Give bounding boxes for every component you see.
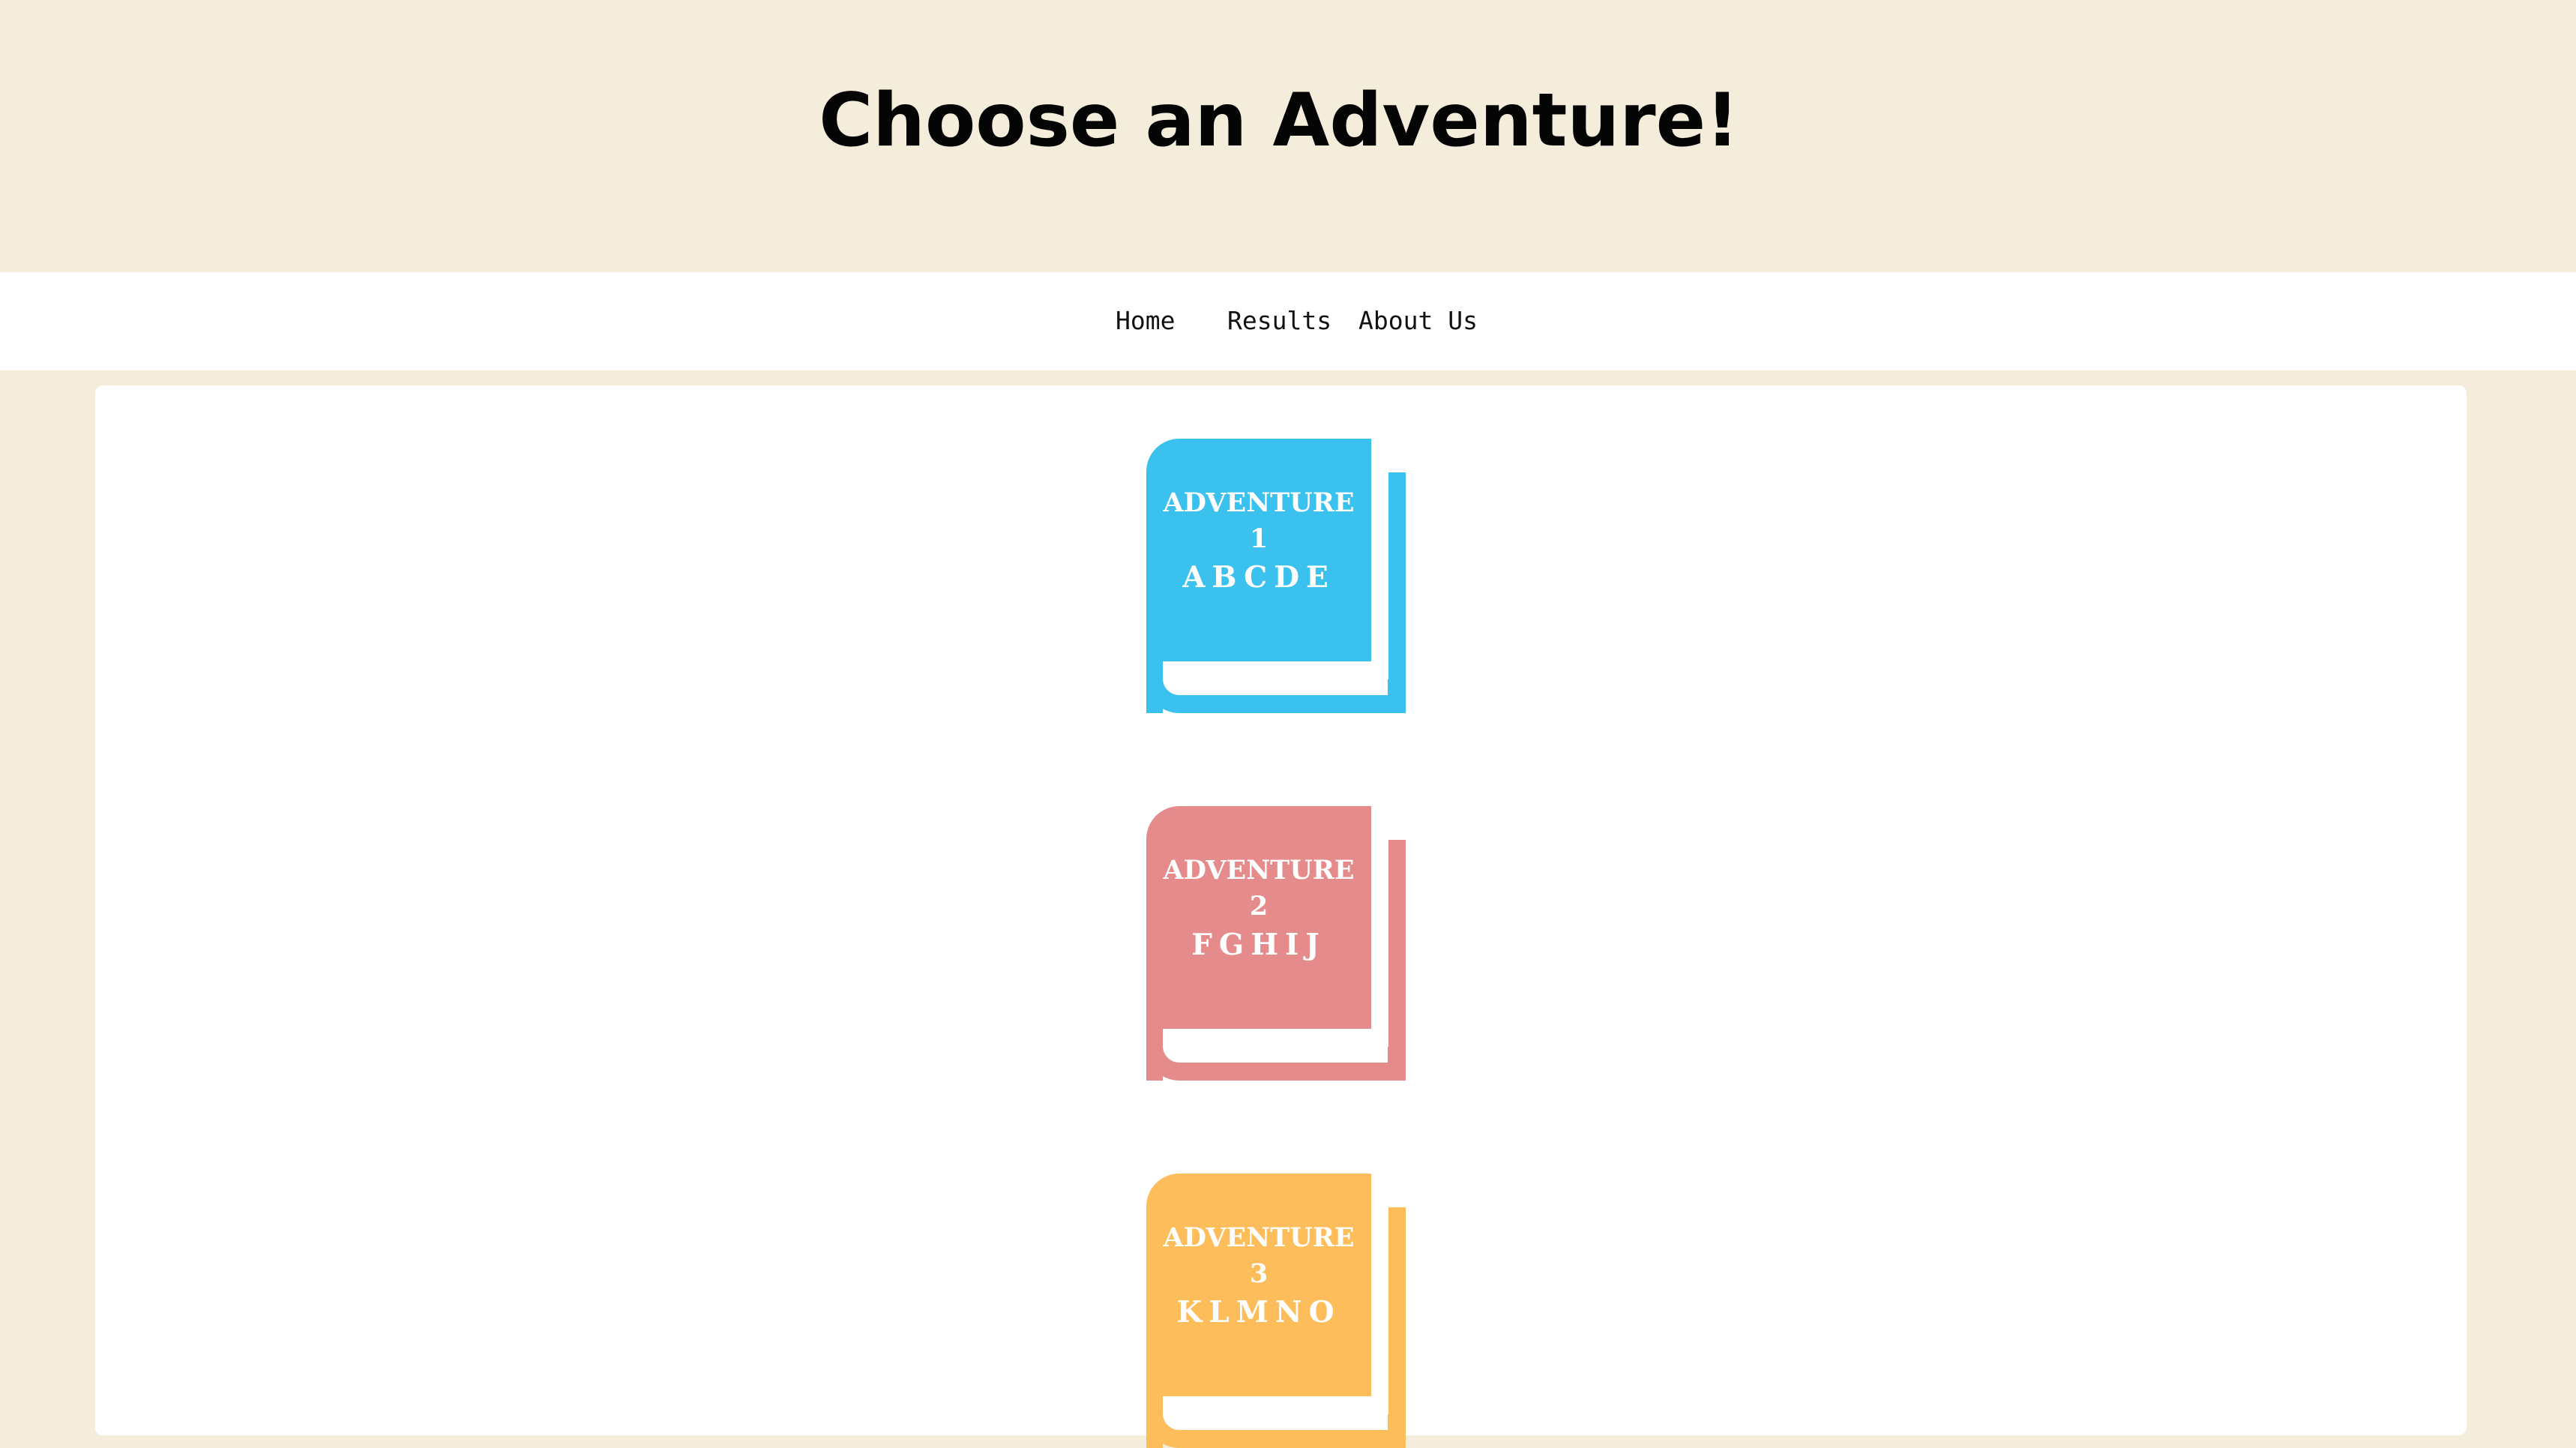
adventure-number: 2 [1249,891,1269,922]
adventure-number: 1 [1249,523,1269,554]
adventure-letters: FGHIJ [1191,928,1326,962]
adventure-title: ADVENTURE 2 [1146,853,1371,925]
adventure-letters: KLMNO [1176,1295,1341,1330]
book-front-cover: ADVENTURE 3 KLMNO [1146,1174,1371,1396]
book-spine [1146,661,1163,713]
adventure-title-word: ADVENTURE [1163,487,1355,518]
adventure-number: 3 [1249,1258,1269,1289]
book-spine [1146,1396,1163,1448]
adventure-letters: ABCDE [1182,560,1335,595]
book-spine [1146,1028,1163,1081]
nav-link-results[interactable]: Results [1227,302,1331,340]
book-pages [1163,662,1388,695]
page-title: Choose an Adventure! [819,78,1739,163]
adventure-title: ADVENTURE 3 [1146,1220,1371,1292]
adventure-book-2[interactable]: ADVENTURE 2 FGHIJ [1146,806,1406,1081]
site-header: Choose an Adventure! [0,0,2576,272]
adventure-book-1[interactable]: ADVENTURE 1 ABCDE [1146,439,1406,713]
adventure-title: ADVENTURE 1 [1146,485,1371,557]
book-front-cover: ADVENTURE 1 ABCDE [1146,439,1371,661]
nav-link-home[interactable]: Home [1116,302,1175,340]
adventure-book-3[interactable]: ADVENTURE 3 KLMNO [1146,1174,1406,1448]
adventure-title-word: ADVENTURE [1163,1222,1355,1253]
nav-link-about-us[interactable]: About Us [1358,302,1478,340]
adventure-title-word: ADVENTURE [1163,855,1355,886]
book-pages [1163,1030,1388,1063]
book-front-cover: ADVENTURE 2 FGHIJ [1146,806,1371,1029]
book-pages [1163,1397,1388,1430]
main-nav: Home Results About Us [0,272,2576,370]
